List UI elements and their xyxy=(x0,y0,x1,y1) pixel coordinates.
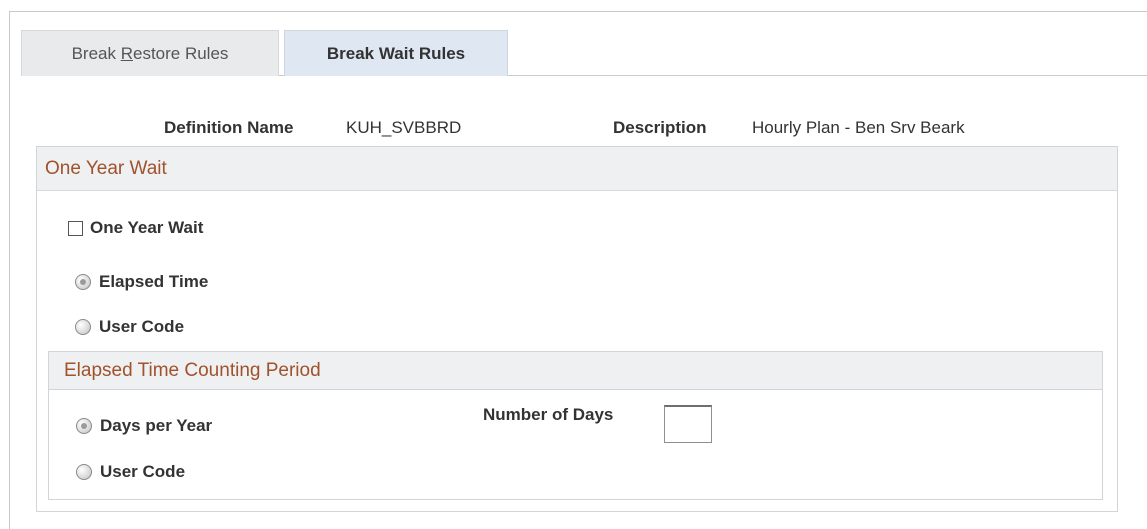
counting-user-code-option[interactable]: User Code xyxy=(76,462,185,482)
tab-label: Break Restore Rules xyxy=(71,43,229,63)
tab-bar: Break Restore Rules Break Wait Rules xyxy=(21,30,1147,76)
elapsed-time-counting-period-title: Elapsed Time Counting Period xyxy=(48,351,1103,390)
one-year-wait-option[interactable]: One Year Wait xyxy=(68,218,203,238)
user-code-option[interactable]: User Code xyxy=(75,317,184,337)
description-value: Hourly Plan - Ben Srv Beark xyxy=(752,118,965,137)
tab-break-restore-rules[interactable]: Break Restore Rules xyxy=(21,30,279,76)
days-per-year-radio[interactable] xyxy=(76,418,92,434)
one-year-wait-checkbox-label: One Year Wait xyxy=(90,218,204,237)
one-year-wait-group-title: One Year Wait xyxy=(36,146,1118,191)
elapsed-time-radio[interactable] xyxy=(75,274,91,290)
one-year-wait-checkbox[interactable] xyxy=(68,220,83,236)
tab-label: Break Wait Rules xyxy=(326,43,466,63)
number-of-days-label: Number of Days xyxy=(483,405,614,424)
tab-break-wait-rules[interactable]: Break Wait Rules xyxy=(284,30,508,76)
number-of-days-input[interactable] xyxy=(664,405,712,443)
counting-user-code-label: User Code xyxy=(100,462,186,481)
description-label: Description xyxy=(613,118,707,137)
days-per-year-label: Days per Year xyxy=(100,416,213,435)
user-code-radio[interactable] xyxy=(75,319,91,335)
user-code-label: User Code xyxy=(99,317,185,336)
counting-user-code-radio[interactable] xyxy=(76,464,92,480)
days-per-year-option[interactable]: Days per Year xyxy=(76,416,212,436)
elapsed-time-label: Elapsed Time xyxy=(99,272,209,291)
elapsed-time-option[interactable]: Elapsed Time xyxy=(75,272,208,292)
definition-name-label: Definition Name xyxy=(164,118,294,137)
definition-name-value: KUH_SVBBRD xyxy=(346,118,462,137)
